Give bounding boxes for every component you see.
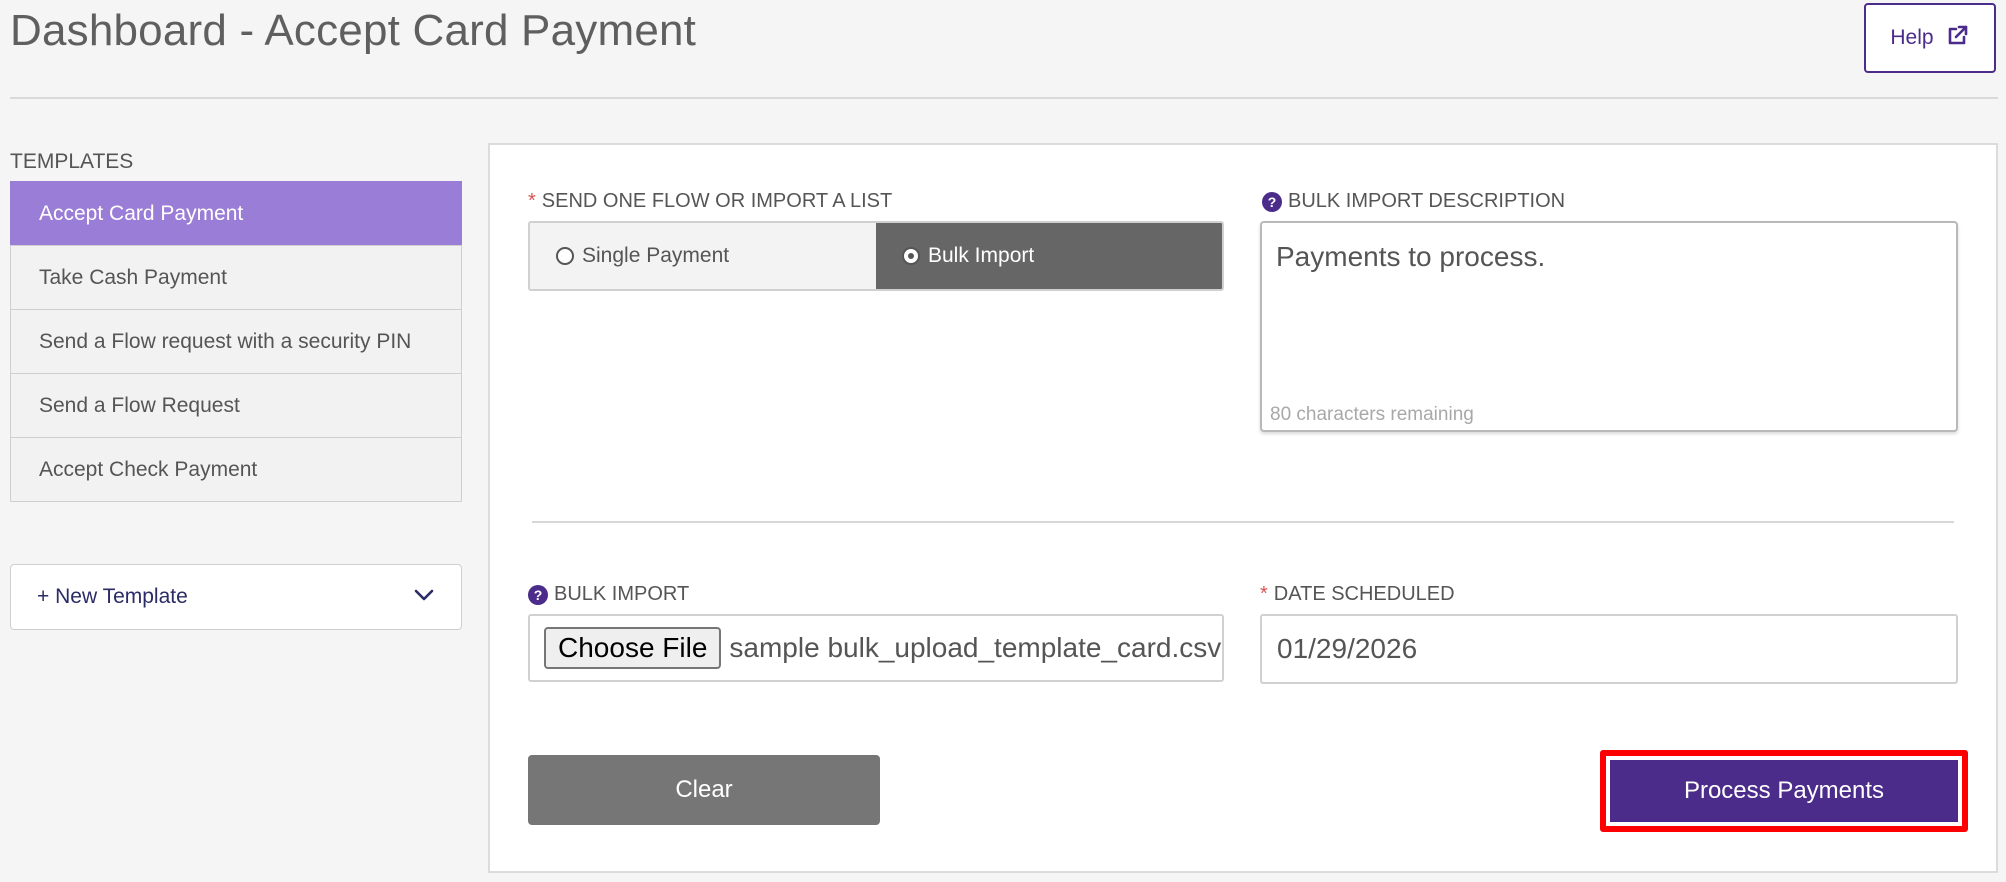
- characters-remaining: 80 characters remaining: [1270, 404, 1474, 425]
- chevron-down-icon: [413, 588, 435, 607]
- template-item-label: Take Cash Payment: [39, 265, 227, 289]
- bulk-import-option-label: Bulk Import: [928, 244, 1035, 267]
- template-item-accept-card-payment[interactable]: Accept Card Payment: [10, 181, 462, 246]
- template-item-label: Send a Flow Request: [39, 393, 240, 417]
- template-item-label: Accept Check Payment: [39, 457, 258, 481]
- mode-field-label: * SEND ONE FLOW OR IMPORT A LIST: [528, 190, 892, 213]
- description-textarea[interactable]: Payments to process. 80 characters remai…: [1260, 221, 1958, 432]
- file-upload-field: Choose File sample bulk_upload_template_…: [528, 614, 1224, 682]
- required-asterisk: *: [528, 190, 536, 212]
- single-payment-option[interactable]: Single Payment: [530, 223, 876, 289]
- required-asterisk: *: [1260, 583, 1268, 605]
- description-label-text: BULK IMPORT DESCRIPTION: [1288, 190, 1566, 212]
- template-item-send-flow-request[interactable]: Send a Flow Request: [10, 373, 462, 438]
- template-item-label: Accept Card Payment: [39, 201, 244, 225]
- template-item-label: Send a Flow request with a security PIN: [39, 329, 412, 353]
- date-field-label: * DATE SCHEDULED: [1260, 583, 1455, 606]
- help-question-icon[interactable]: ?: [528, 584, 548, 605]
- templates-heading: TEMPLATES: [10, 150, 134, 173]
- template-item-take-cash-payment[interactable]: Take Cash Payment: [10, 245, 462, 310]
- date-scheduled-input[interactable]: 01/29/2026: [1260, 614, 1958, 684]
- template-list: Accept Card Payment Take Cash Payment Se…: [10, 181, 462, 502]
- title-divider: [10, 97, 1998, 99]
- help-button[interactable]: Help: [1864, 3, 1996, 73]
- bulk-import-field-label: ? BULK IMPORT: [528, 583, 689, 606]
- new-template-label: + New Template: [37, 585, 188, 608]
- single-payment-label: Single Payment: [582, 244, 730, 267]
- process-payments-button[interactable]: Process Payments: [1610, 760, 1958, 822]
- radio-selected-icon: [902, 247, 920, 265]
- description-field-label: ? BULK IMPORT DESCRIPTION: [1262, 190, 1565, 213]
- template-item-flow-request-security-pin[interactable]: Send a Flow request with a security PIN: [10, 309, 462, 374]
- bulk-import-label-text: BULK IMPORT: [554, 583, 690, 605]
- mode-label-text: SEND ONE FLOW OR IMPORT A LIST: [541, 190, 893, 212]
- choose-file-button[interactable]: Choose File: [544, 627, 722, 669]
- radio-unselected-icon: [556, 247, 574, 265]
- page-title: Dashboard - Accept Card Payment: [10, 6, 697, 55]
- date-label-text: DATE SCHEDULED: [1273, 583, 1455, 605]
- template-item-accept-check-payment[interactable]: Accept Check Payment: [10, 437, 462, 502]
- section-divider: [532, 521, 1954, 523]
- selected-file-name: sample bulk_upload_template_card.csv: [729, 632, 1222, 663]
- help-label: Help: [1890, 26, 1934, 49]
- new-template-dropdown[interactable]: + New Template: [10, 564, 462, 630]
- description-value: Payments to process.: [1276, 241, 1546, 272]
- mode-selector: Single Payment Bulk Import: [528, 221, 1224, 291]
- clear-button[interactable]: Clear: [528, 755, 880, 825]
- external-link-icon: [1946, 23, 1970, 53]
- help-question-icon[interactable]: ?: [1262, 191, 1282, 212]
- bulk-import-option[interactable]: Bulk Import: [876, 223, 1222, 289]
